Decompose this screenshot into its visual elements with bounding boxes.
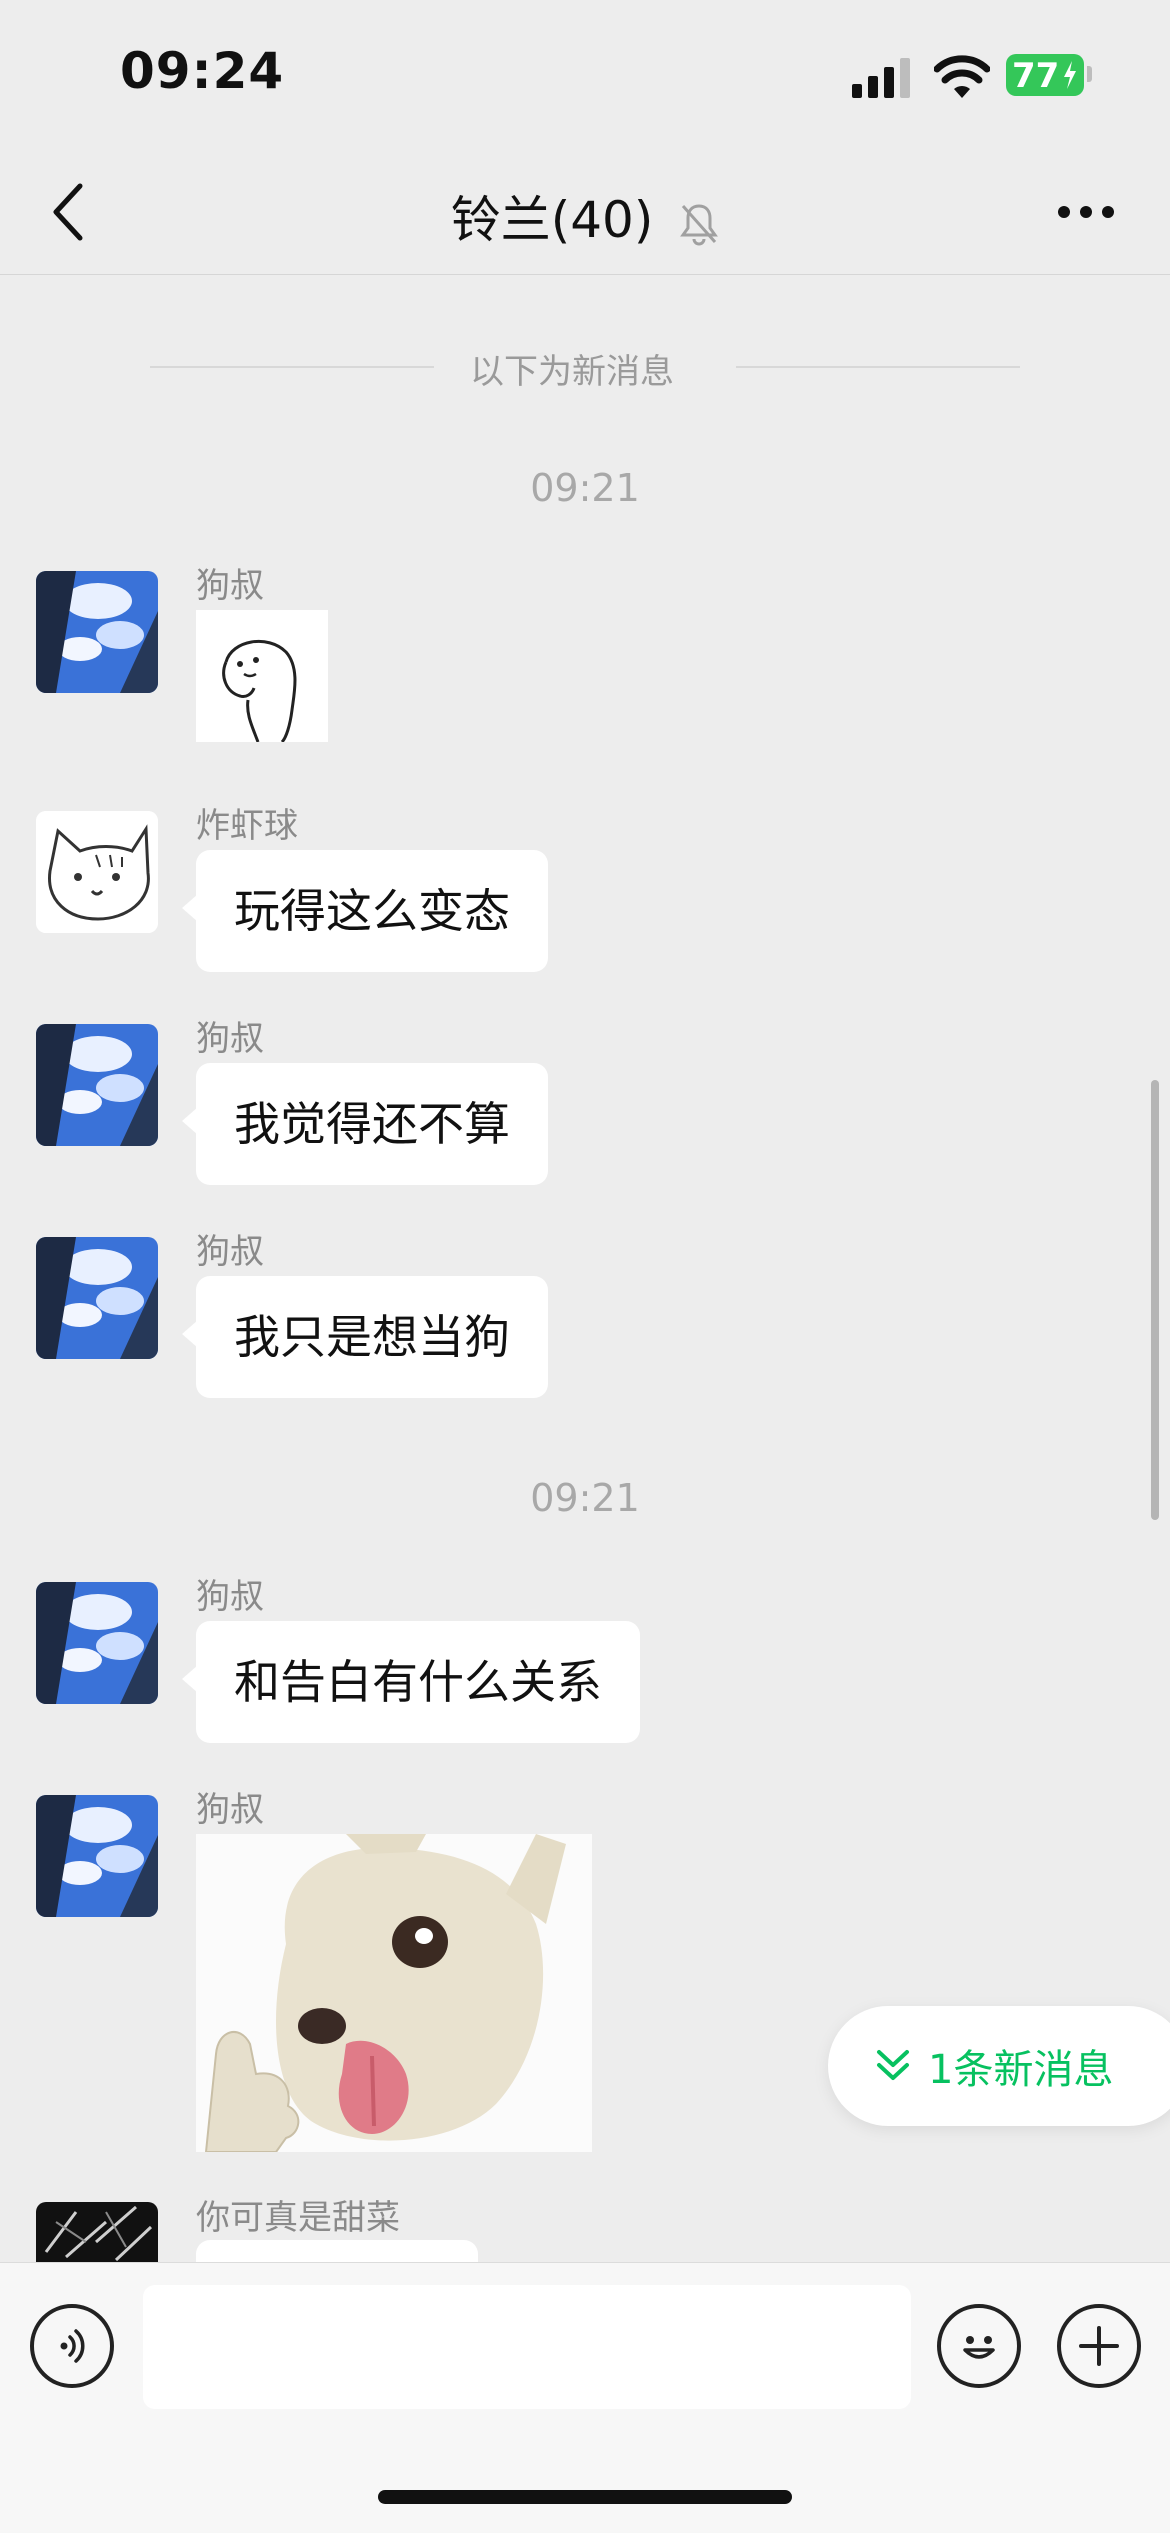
battery-icon: 77 bbox=[1006, 54, 1084, 96]
emoji-icon bbox=[963, 2336, 995, 2359]
chat-title: 铃兰(40) bbox=[0, 180, 1170, 252]
message-bubble-partial[interactable] bbox=[196, 2240, 478, 2262]
home-indicator[interactable] bbox=[378, 2490, 792, 2504]
divider-line-left bbox=[150, 366, 434, 368]
message-bubble[interactable]: 我只是想当狗 bbox=[182, 1276, 548, 1398]
message-bubble[interactable]: 我觉得还不算 bbox=[182, 1063, 548, 1185]
timestamp: 09:21 bbox=[530, 1476, 640, 1520]
avatar[interactable] bbox=[36, 1237, 158, 1359]
message-bubble[interactable]: 和告白有什么关系 bbox=[182, 1621, 640, 1743]
avatar[interactable] bbox=[36, 811, 158, 933]
sender-name: 你可真是甜菜 bbox=[196, 2198, 400, 2238]
avatar-sky-buildings bbox=[36, 1582, 158, 1704]
sender-name: 炸虾球 bbox=[196, 806, 298, 846]
more-functions-button[interactable] bbox=[1057, 2304, 1141, 2388]
mute-bell-icon bbox=[680, 203, 719, 245]
charging-bolt-icon bbox=[1064, 61, 1076, 89]
avatar-sky-buildings bbox=[36, 1795, 158, 1917]
avatar-sky-buildings bbox=[36, 1237, 158, 1359]
battery-cap bbox=[1087, 66, 1092, 82]
avatar[interactable] bbox=[36, 1795, 158, 1917]
plus-icon bbox=[1079, 2326, 1119, 2366]
avatar[interactable] bbox=[36, 1582, 158, 1704]
sender-name: 狗叔 bbox=[196, 1019, 264, 1059]
sender-name: 狗叔 bbox=[196, 566, 264, 606]
battery-level: 77 bbox=[1012, 56, 1060, 96]
message-input[interactable] bbox=[143, 2285, 911, 2409]
cellular-signal-icon bbox=[852, 58, 910, 98]
voice-icon bbox=[60, 2329, 85, 2363]
chat-title-text: 铃兰(40) bbox=[450, 191, 654, 249]
message-bubble[interactable]: 玩得这么变态 bbox=[182, 850, 548, 972]
double-chevron-down-icon bbox=[877, 2050, 909, 2080]
new-message-button[interactable]: 1条新消息 bbox=[828, 2006, 1170, 2126]
scrollbar[interactable] bbox=[1151, 1080, 1159, 1520]
nav-bar: 铃兰(40) bbox=[0, 150, 1170, 275]
status-bar: 09:24 77 bbox=[0, 0, 1170, 150]
avatar-sky-buildings bbox=[36, 1024, 158, 1146]
chihuahua-tongue-thumbs-up-sticker bbox=[196, 1834, 592, 2152]
sender-name: 狗叔 bbox=[196, 1232, 264, 1272]
sender-name: 狗叔 bbox=[196, 1577, 264, 1617]
wifi-icon bbox=[934, 55, 990, 98]
timestamp: 09:21 bbox=[530, 466, 640, 510]
new-messages-divider: 以下为新消息 bbox=[470, 352, 674, 392]
avatar-cat-drawing bbox=[36, 811, 158, 933]
voice-button[interactable] bbox=[30, 2304, 114, 2388]
avatar-sky-buildings bbox=[36, 571, 158, 693]
divider-line-right bbox=[736, 366, 1020, 368]
new-message-label: 1条新消息 bbox=[928, 2047, 1114, 2093]
line-drawn-blob-sticker bbox=[222, 639, 297, 744]
avatar[interactable] bbox=[36, 2202, 158, 2262]
sender-name: 狗叔 bbox=[196, 1790, 264, 1830]
sticker-image[interactable] bbox=[196, 1834, 592, 2152]
avatar-dark-pattern bbox=[36, 2202, 158, 2262]
more-options-icon[interactable] bbox=[1056, 204, 1116, 220]
emoji-button[interactable] bbox=[937, 2304, 1021, 2388]
status-time: 09:24 bbox=[120, 42, 285, 100]
avatar[interactable] bbox=[36, 571, 158, 693]
sticker-image[interactable] bbox=[196, 610, 328, 744]
avatar[interactable] bbox=[36, 1024, 158, 1146]
